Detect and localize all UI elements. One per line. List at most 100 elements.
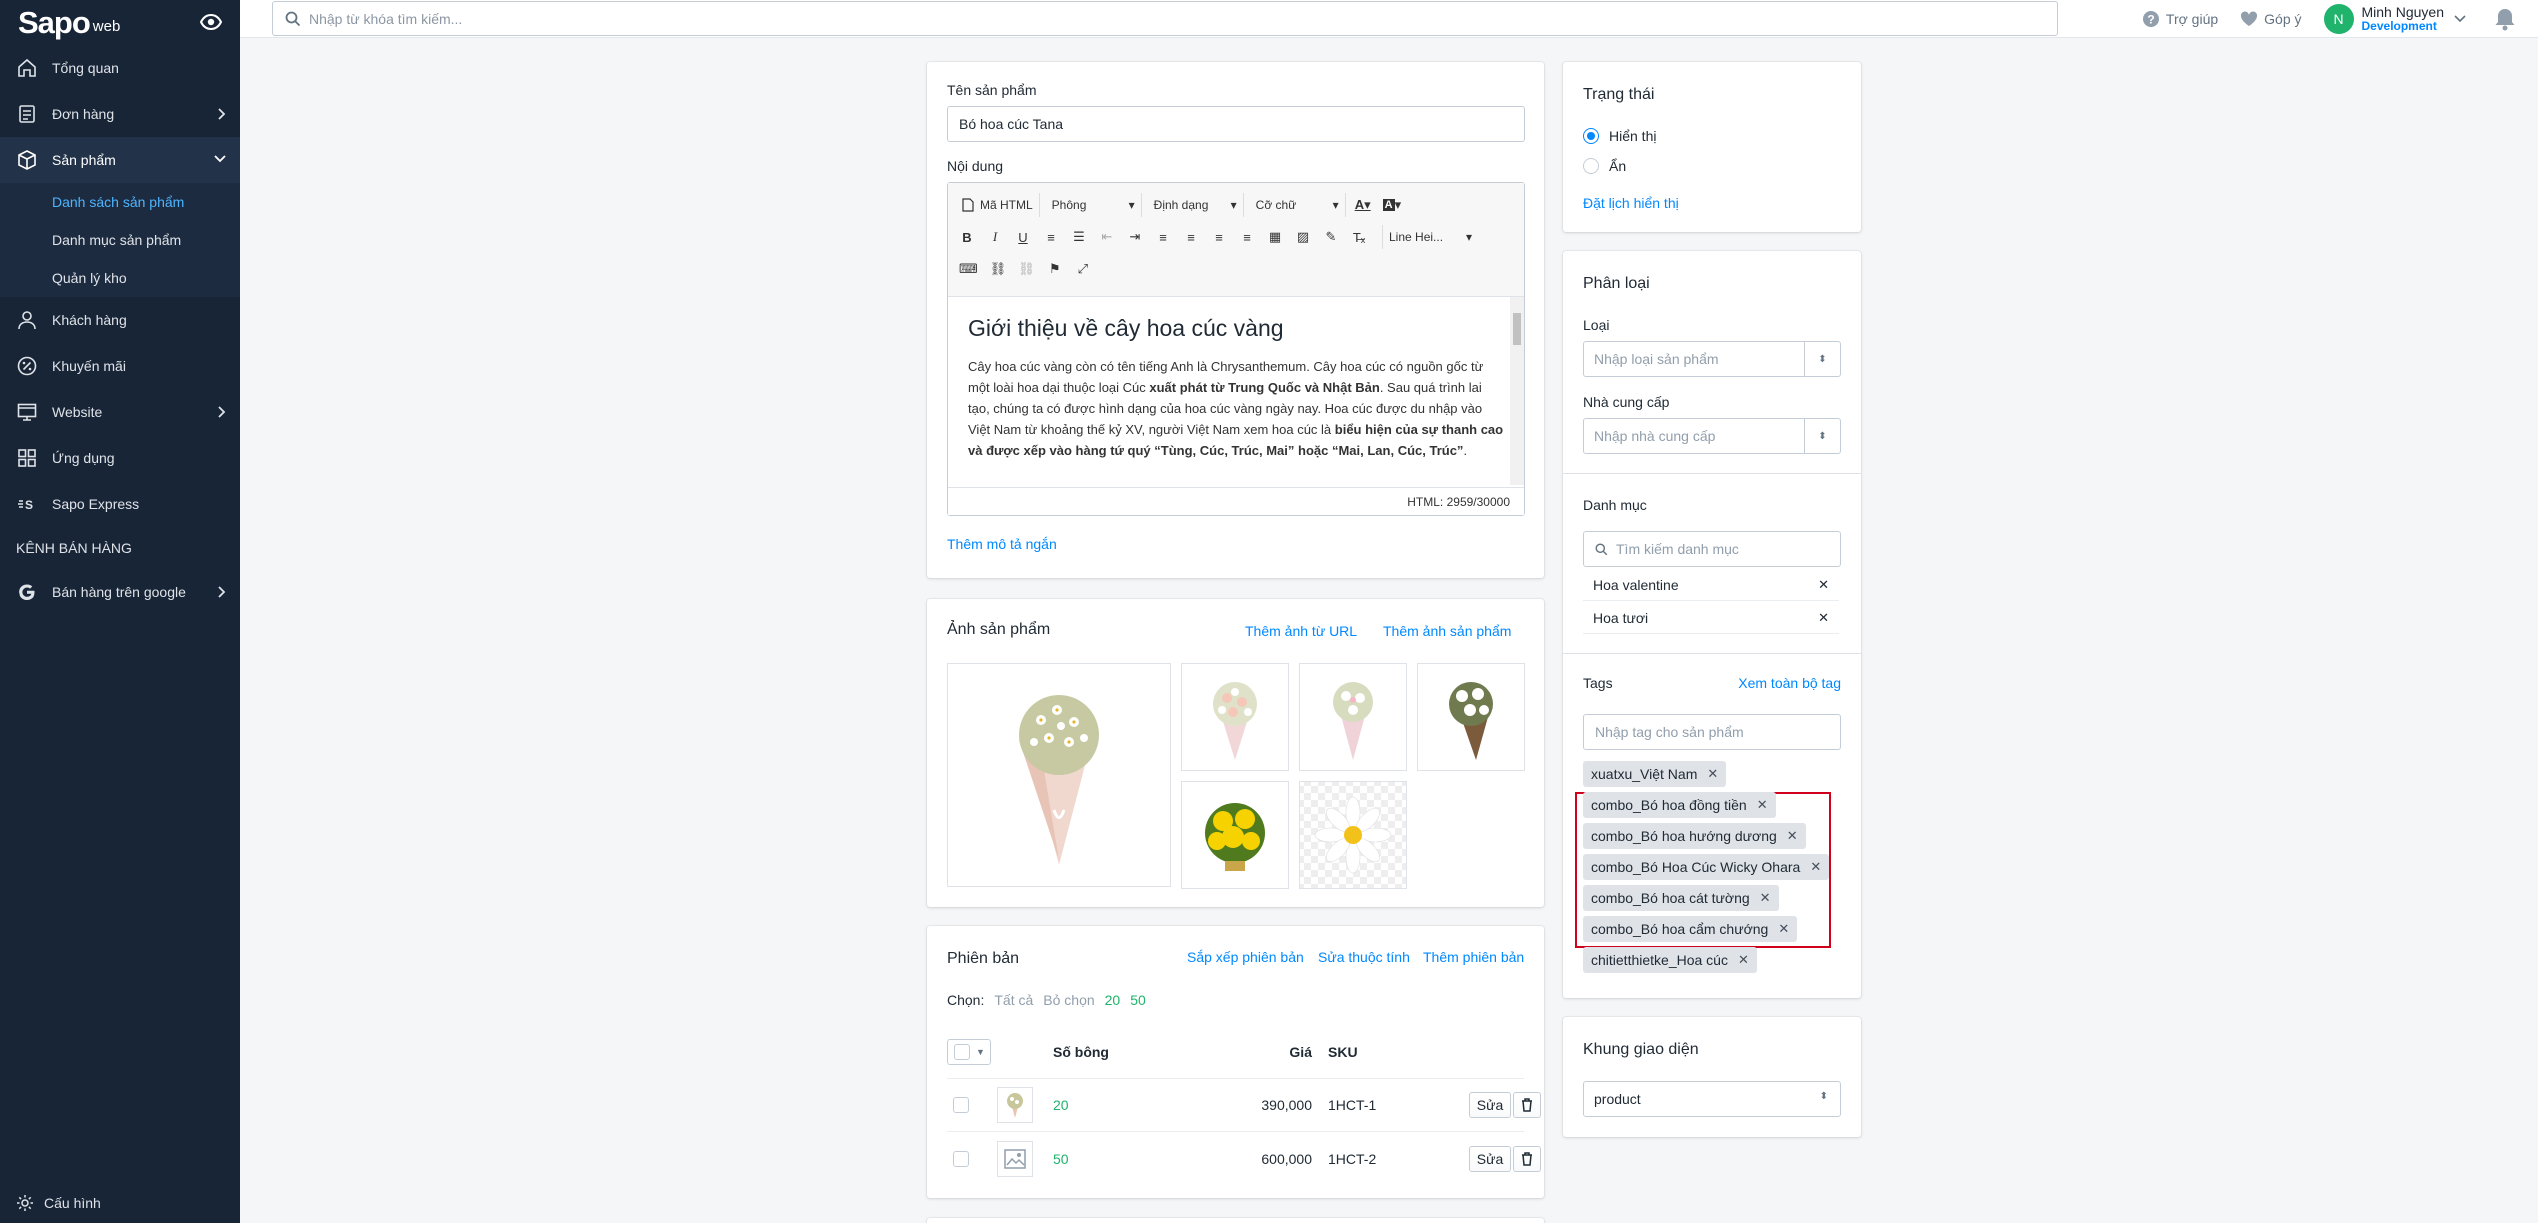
editor-content[interactable]: Giới thiệu về cây hoa cúc vàng Cây hoa c… [948,297,1524,485]
search-input[interactable] [309,10,2057,27]
row-checkbox[interactable] [953,1150,969,1167]
clear-format-icon[interactable]: T̶ₓ [1348,225,1370,249]
tags-input[interactable]: Nhập tag cho sản phẩm [1583,714,1841,750]
ordered-list-icon[interactable]: ≡ [1040,225,1062,249]
category-search[interactable]: Tìm kiếm danh mục [1583,531,1841,567]
remove-tag-icon[interactable]: ✕ [1738,952,1749,968]
source-code-icon[interactable]: ⌨ [956,257,981,281]
sort-arrows-icon[interactable]: ⬍ [1804,419,1840,453]
status-hide-radio[interactable]: Ẩn [1583,158,1626,174]
bulk-select-dropdown[interactable]: ▼ [947,1039,991,1065]
text-color-icon[interactable]: A▾ [1352,193,1374,217]
align-right-icon[interactable]: ≡ [1208,225,1230,249]
help-link[interactable]: ? Trợ giúp [2142,10,2218,28]
avatar[interactable]: N [2323,4,2354,34]
select-option-20[interactable]: 20 [1105,992,1121,1008]
image-icon[interactable]: ▨ [1292,225,1314,249]
sidebar-subitem-product-list[interactable]: Danh sách sản phẩm [0,183,240,221]
align-justify-icon[interactable]: ≡ [1236,225,1258,249]
sidebar-item-products[interactable]: Sản phẩm [0,137,240,183]
link-icon[interactable]: ⛓ [987,257,1010,281]
format-select[interactable]: Định dạng ▾ [1148,193,1244,217]
scrollbar-thumb[interactable] [1513,313,1521,345]
italic-icon[interactable]: I [984,225,1006,249]
sidebar-subitem-product-categories[interactable]: Danh mục sản phẩm [0,221,240,259]
delete-variant-button[interactable] [1513,1092,1541,1118]
html-code-button[interactable]: Mã HTML [956,193,1040,217]
underline-icon[interactable]: U [1012,225,1034,249]
sort-variants-link[interactable]: Sắp xếp phiên bản [1187,949,1304,965]
product-image-thumb[interactable] [1299,781,1407,889]
bold-icon[interactable]: B [956,225,978,249]
unlink-icon[interactable]: ⛓ [1015,257,1038,281]
variant-thumbnail[interactable] [997,1140,1033,1177]
line-height-select[interactable]: Line Hei... ▾ [1382,225,1478,249]
status-show-radio[interactable]: Hiển thị [1583,128,1656,144]
product-image-thumb[interactable] [1181,663,1289,771]
table-icon[interactable]: ▦ [1264,225,1286,249]
remove-tag-icon[interactable]: ✕ [1778,921,1789,937]
product-name-input[interactable]: Bó hoa cúc Tana [947,106,1525,142]
align-center-icon[interactable]: ≡ [1180,225,1202,249]
product-image-thumb[interactable] [1299,663,1407,771]
vendor-input[interactable]: Nhập nhà cung cấp ⬍ [1583,418,1841,454]
variant-thumbnail[interactable] [997,1087,1033,1123]
deselect-link[interactable]: Bỏ chọn [1043,992,1094,1008]
sidebar-item-overview[interactable]: Tổng quan [0,45,240,91]
remove-category-icon[interactable]: ✕ [1818,610,1829,626]
schedule-link[interactable]: Đặt lịch hiển thị [1583,195,1679,211]
remove-tag-icon[interactable]: ✕ [1760,890,1771,906]
editor-scrollbar[interactable] [1510,297,1524,485]
indent-icon[interactable]: ⇥ [1124,225,1146,249]
product-image-main[interactable] [947,663,1171,887]
type-input[interactable]: Nhập loại sản phẩm ⬍ [1583,341,1841,377]
theme-select[interactable]: product ⬍ [1583,1081,1841,1117]
edit-variant-button[interactable]: Sửa [1469,1092,1511,1118]
unordered-list-icon[interactable]: ☰ [1068,225,1090,249]
remove-tag-icon[interactable]: ✕ [1707,766,1718,782]
sidebar-item-orders[interactable]: Đơn hàng [0,91,240,137]
sidebar-item-sapo-express[interactable]: S Sapo Express [0,481,240,527]
sidebar-item-apps[interactable]: Ứng dụng [0,435,240,481]
align-left-icon[interactable]: ≡ [1152,225,1174,249]
eye-icon[interactable] [200,12,222,32]
user-menu[interactable]: Minh Nguyen Development [2362,4,2445,34]
remove-tag-icon[interactable]: ✕ [1757,797,1768,813]
font-size-select[interactable]: Cỡ chữ ▾ [1250,193,1346,217]
select-option-50[interactable]: 50 [1130,992,1146,1008]
remove-tag-icon[interactable]: ✕ [1810,859,1821,875]
edit-variant-button[interactable]: Sửa [1469,1145,1511,1172]
add-image-url-link[interactable]: Thêm ảnh từ URL [1245,623,1357,639]
variant-name-link[interactable]: 20 [1053,1097,1069,1113]
bell-icon[interactable] [2494,7,2516,31]
delete-variant-button[interactable] [1513,1145,1541,1172]
product-image-thumb[interactable] [1181,781,1289,889]
sidebar-item-promotions[interactable]: Khuyến mãi [0,343,240,389]
view-all-tags-link[interactable]: Xem toàn bộ tag [1738,675,1841,691]
feedback-link[interactable]: Góp ý [2240,11,2302,27]
fullscreen-icon[interactable]: ⤢ [1072,257,1094,281]
add-short-description-link[interactable]: Thêm mô tả ngắn [947,536,1057,552]
logo[interactable]: Sapo web [0,0,240,44]
brush-icon[interactable]: ✎ [1320,225,1342,249]
product-image-thumb[interactable] [1417,663,1525,771]
remove-category-icon[interactable]: ✕ [1818,577,1829,593]
variant-name-link[interactable]: 50 [1053,1151,1069,1167]
remove-tag-icon[interactable]: ✕ [1787,828,1798,844]
row-checkbox[interactable] [953,1097,969,1113]
sidebar-item-settings[interactable]: Cấu hình [0,1183,240,1223]
chevron-down-icon[interactable] [2454,15,2466,23]
sidebar-item-website[interactable]: Website [0,389,240,435]
add-variant-link[interactable]: Thêm phiên bản [1423,949,1524,965]
outdent-icon[interactable]: ⇤ [1096,225,1118,249]
sidebar-item-google[interactable]: Bán hàng trên google [0,569,240,615]
edit-attributes-link[interactable]: Sửa thuộc tính [1318,949,1410,965]
sort-arrows-icon[interactable]: ⬍ [1804,342,1840,376]
select-all-link[interactable]: Tất cả [994,992,1033,1008]
select-all-checkbox[interactable] [954,1044,970,1060]
sidebar-subitem-inventory[interactable]: Quản lý kho [0,259,240,297]
font-select[interactable]: Phông ▾ [1046,193,1142,217]
add-image-link[interactable]: Thêm ảnh sản phẩm [1383,623,1511,639]
background-color-icon[interactable]: A ▾ [1380,193,1404,217]
sidebar-item-customers[interactable]: Khách hàng [0,297,240,343]
